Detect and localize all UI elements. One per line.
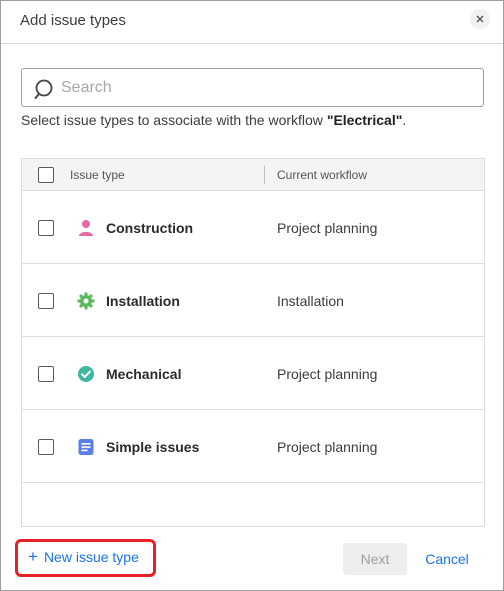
close-button[interactable] <box>470 9 490 29</box>
row-checkbox[interactable] <box>38 293 54 309</box>
new-issue-type-label: New issue type <box>43 549 139 565</box>
table-row-installation[interactable]: Installation Installation <box>22 264 484 337</box>
table-row-mechanical[interactable]: Mechanical Project planning <box>22 337 484 410</box>
search-box[interactable] <box>21 68 484 107</box>
issue-type-name: Installation <box>106 293 180 309</box>
search-input[interactable] <box>61 73 471 102</box>
column-divider <box>264 166 265 184</box>
table-header: Issue type Current workflow <box>22 159 484 191</box>
table-row-construction[interactable]: Construction Project planning <box>22 191 484 264</box>
current-workflow: Project planning <box>277 366 378 382</box>
row-checkbox[interactable] <box>38 220 54 236</box>
document-icon <box>78 439 94 455</box>
check-circle-icon <box>78 366 94 382</box>
dialog-title: Add issue types <box>20 12 126 29</box>
instructions-suffix: . <box>402 112 407 128</box>
table-row-simple-issues[interactable]: Simple issues Project planning <box>22 410 484 483</box>
current-workflow: Project planning <box>277 439 378 455</box>
add-issue-types-dialog: Add issue types Select issue types to as… <box>0 0 504 591</box>
issue-type-name: Simple issues <box>106 439 200 455</box>
close-icon <box>476 15 484 23</box>
plus-icon: + <box>28 547 38 566</box>
new-issue-type-button[interactable]: + New issue type <box>28 547 139 566</box>
next-button[interactable]: Next <box>343 543 407 575</box>
issue-type-name: Construction <box>106 220 194 236</box>
select-all-checkbox[interactable] <box>38 167 54 183</box>
dialog-header: Add issue types <box>1 1 503 44</box>
column-header-current-workflow: Current workflow <box>277 168 368 182</box>
search-icon <box>34 79 53 99</box>
row-checkbox[interactable] <box>38 439 54 455</box>
gear-icon <box>77 292 95 310</box>
instructions-prefix: Select issue types to associate with the… <box>21 112 327 128</box>
column-header-issue-type: Issue type <box>70 168 125 182</box>
row-checkbox[interactable] <box>38 366 54 382</box>
workflow-name: "Electrical" <box>326 112 403 128</box>
cancel-button[interactable]: Cancel <box>419 543 475 575</box>
issue-types-table: Issue type Current workflow Construction… <box>21 158 485 527</box>
instructions-text: Select issue types to associate with the… <box>21 112 406 128</box>
current-workflow: Project planning <box>277 220 378 236</box>
issue-type-name: Mechanical <box>106 366 182 382</box>
new-issue-type-highlight: + New issue type <box>15 539 156 577</box>
current-workflow: Installation <box>277 293 344 309</box>
person-icon <box>79 220 93 236</box>
